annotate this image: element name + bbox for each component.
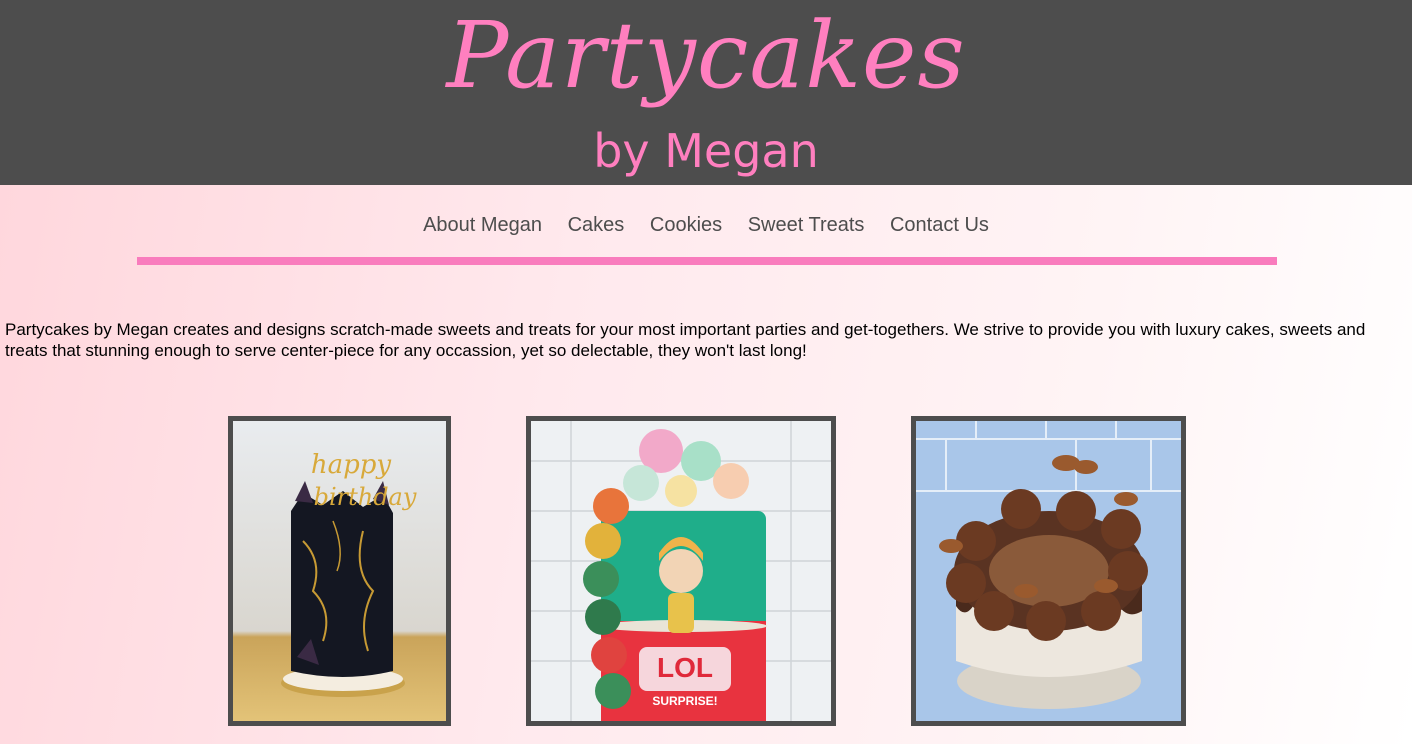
main-nav: About Megan Cakes Cookies Sweet Treats C… bbox=[0, 214, 1412, 237]
svg-text:birthday: birthday bbox=[314, 483, 417, 511]
brand-logo-subtitle: by Megan bbox=[593, 124, 819, 178]
nav-link-sweet-treats[interactable]: Sweet Treats bbox=[748, 214, 865, 236]
svg-text:SURPRISE!: SURPRISE! bbox=[652, 694, 717, 708]
lol-surprise-cake-image: LOL SURPRISE! bbox=[531, 421, 831, 721]
nav-link-cakes[interactable]: Cakes bbox=[568, 214, 625, 236]
chocolate-drip-cake-image bbox=[916, 421, 1181, 721]
nav-divider bbox=[137, 257, 1277, 265]
svg-text:LOL: LOL bbox=[657, 652, 713, 683]
nav-link-about-megan[interactable]: About Megan bbox=[423, 214, 542, 236]
nav-link-cookies[interactable]: Cookies bbox=[650, 214, 722, 236]
gallery-photo-chocolate-drip-cake[interactable] bbox=[911, 416, 1186, 726]
gallery-photo-black-gold-cake[interactable]: happy birthday bbox=[228, 416, 451, 726]
site-header: Partycakes by Megan bbox=[0, 0, 1412, 185]
svg-text:happy: happy bbox=[311, 450, 392, 480]
brand-logo-script[interactable]: Partycakes bbox=[0, 0, 1412, 116]
intro-paragraph: Partycakes by Megan creates and designs … bbox=[5, 320, 1366, 360]
nav-link-contact-us[interactable]: Contact Us bbox=[890, 214, 989, 236]
gallery-photo-lol-surprise-cake[interactable]: LOL SURPRISE! bbox=[526, 416, 836, 726]
black-gold-cake-image: happy birthday bbox=[233, 421, 446, 721]
